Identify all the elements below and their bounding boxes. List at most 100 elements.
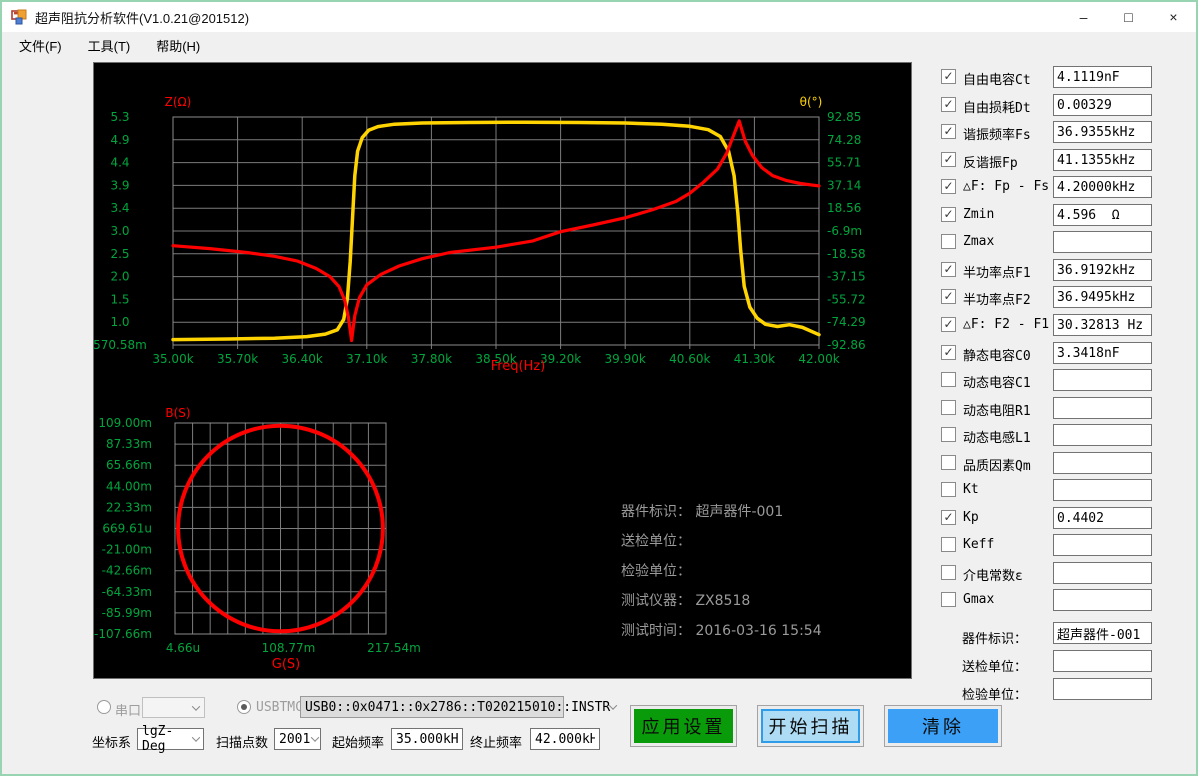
param-label: 反谐振Fp [963, 152, 1018, 171]
start-freq-field[interactable] [391, 728, 463, 750]
inspect-unit-field[interactable] [1053, 678, 1152, 700]
param-checkbox[interactable]: ✓ [941, 289, 956, 304]
menu-help[interactable]: 帮助(H) [143, 32, 213, 58]
sweep-points-combo[interactable]: 2001 [274, 728, 321, 750]
svg-text:B(S): B(S) [165, 406, 190, 420]
window-controls: – □ × [1061, 2, 1196, 32]
param-checkbox[interactable] [941, 455, 956, 470]
param-checkbox[interactable] [941, 592, 956, 607]
param-value-field[interactable] [1053, 176, 1152, 198]
menu-tools[interactable]: 工具(T) [75, 32, 144, 58]
param-value-field[interactable] [1053, 369, 1152, 391]
stop-freq-field[interactable] [530, 728, 600, 750]
apply-settings-button[interactable]: 应用设置 [630, 705, 737, 747]
svg-text:35.00k: 35.00k [152, 352, 193, 366]
svg-text:θ(°): θ(°) [800, 95, 823, 109]
coord-system-value: lgZ-Deg [142, 724, 189, 754]
param-label: 介电常数ε [963, 565, 1023, 584]
param-checkbox[interactable] [941, 565, 956, 580]
param-value-field[interactable] [1053, 121, 1152, 143]
param-checkbox[interactable] [941, 372, 956, 387]
param-checkbox[interactable]: ✓ [941, 207, 956, 222]
svg-text:2.0: 2.0 [110, 270, 129, 284]
clear-button[interactable]: 清除 [884, 705, 1002, 747]
svg-text:-6.9m: -6.9m [827, 224, 862, 238]
svg-text:测试仪器： ZX8518: 测试仪器： ZX8518 [621, 593, 750, 609]
start-scan-button[interactable]: 开始扫描 [757, 705, 864, 747]
param-checkbox[interactable] [941, 537, 956, 552]
param-checkbox[interactable]: ✓ [941, 317, 956, 332]
param-label: △F: F2 - F1 [963, 317, 1049, 332]
param-label: 半功率点F1 [963, 262, 1031, 281]
usb-address-value: USB0::0x0471::0x2786::T020215010::INSTR [305, 700, 610, 715]
coord-system-combo[interactable]: lgZ-Deg [137, 728, 204, 750]
svg-text:41.30k: 41.30k [734, 352, 775, 366]
svg-text:3.4: 3.4 [110, 201, 129, 215]
param-checkbox[interactable] [941, 482, 956, 497]
param-checkbox[interactable] [941, 400, 956, 415]
svg-text:109.00m: 109.00m [98, 416, 152, 430]
param-value-field[interactable] [1053, 259, 1152, 281]
menu-file[interactable]: 文件(F) [6, 32, 75, 58]
svg-text:器件标识： 超声器件-001: 器件标识： 超声器件-001 [621, 504, 783, 520]
svg-text:108.77m: 108.77m [262, 641, 316, 655]
param-value-field[interactable] [1053, 507, 1152, 529]
svg-text:-74.29: -74.29 [827, 315, 866, 329]
param-value-field[interactable] [1053, 534, 1152, 556]
param-value-field[interactable] [1053, 562, 1152, 584]
svg-text:3.0: 3.0 [110, 224, 129, 238]
device-id-label: 器件标识： [942, 628, 1027, 647]
param-value-field[interactable] [1053, 231, 1152, 253]
param-label: 动态电感L1 [963, 427, 1031, 446]
param-checkbox[interactable]: ✓ [941, 69, 956, 84]
svg-text:Z(Ω): Z(Ω) [165, 95, 192, 109]
svg-text:-55.72: -55.72 [827, 292, 866, 306]
maximize-button[interactable]: □ [1106, 2, 1151, 32]
serial-port-combo[interactable] [142, 697, 205, 718]
param-label: Zmin [963, 207, 994, 222]
param-value-field[interactable] [1053, 479, 1152, 501]
param-value-field[interactable] [1053, 452, 1152, 474]
usbtmc-radio[interactable] [237, 700, 251, 714]
param-value-field[interactable] [1053, 204, 1152, 226]
param-value-field[interactable] [1053, 286, 1152, 308]
device-id-field[interactable] [1053, 622, 1152, 644]
param-value-field[interactable] [1053, 314, 1152, 336]
param-checkbox[interactable]: ✓ [941, 345, 956, 360]
param-value-field[interactable] [1053, 397, 1152, 419]
param-checkbox[interactable]: ✓ [941, 262, 956, 277]
param-checkbox[interactable] [941, 427, 956, 442]
param-checkbox[interactable]: ✓ [941, 97, 956, 112]
param-checkbox[interactable]: ✓ [941, 179, 956, 194]
svg-text:22.33m: 22.33m [106, 500, 152, 514]
param-checkbox[interactable] [941, 234, 956, 249]
param-value-field[interactable] [1053, 424, 1152, 446]
param-checkbox[interactable]: ✓ [941, 152, 956, 167]
param-value-field[interactable] [1053, 94, 1152, 116]
minimize-button[interactable]: – [1061, 2, 1106, 32]
param-label: Keff [963, 537, 994, 552]
usb-address-combo[interactable]: USB0::0x0471::0x2786::T020215010::INSTR [300, 696, 564, 718]
param-value-field[interactable] [1053, 589, 1152, 611]
close-button[interactable]: × [1151, 2, 1196, 32]
svg-text:1.5: 1.5 [110, 292, 129, 306]
param-label: 半功率点F2 [963, 289, 1031, 308]
svg-text:18.56: 18.56 [827, 201, 861, 215]
param-checkbox[interactable]: ✓ [941, 124, 956, 139]
svg-text:-64.33m: -64.33m [102, 585, 152, 599]
sender-unit-label: 送检单位： [942, 656, 1027, 675]
sender-unit-field[interactable] [1053, 650, 1152, 672]
svg-text:44.00m: 44.00m [106, 479, 152, 493]
svg-text:1.0: 1.0 [110, 315, 129, 329]
param-value-field[interactable] [1053, 149, 1152, 171]
svg-text:4.9: 4.9 [110, 133, 129, 147]
param-value-field[interactable] [1053, 66, 1152, 88]
svg-text:测试时间： 2016-03-16 15:54: 测试时间： 2016-03-16 15:54 [621, 623, 822, 639]
serial-radio[interactable] [97, 700, 111, 714]
param-label: 静态电容C0 [963, 345, 1031, 364]
svg-text:35.70k: 35.70k [217, 352, 258, 366]
param-value-field[interactable] [1053, 342, 1152, 364]
svg-text:37.14: 37.14 [827, 178, 861, 192]
svg-text:669.61u: 669.61u [102, 522, 152, 536]
param-checkbox[interactable]: ✓ [941, 510, 956, 525]
